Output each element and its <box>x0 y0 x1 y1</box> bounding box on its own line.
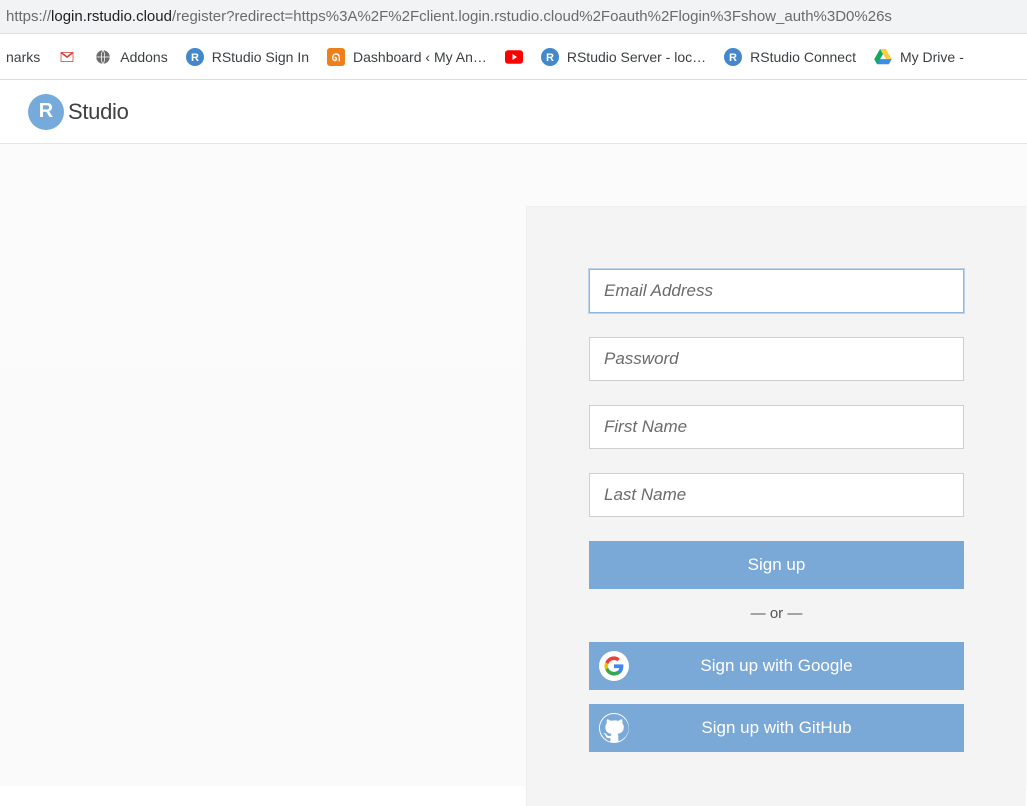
bookmark-item-rstudio-connect[interactable]: R RStudio Connect <box>724 48 856 66</box>
email-field[interactable] <box>589 269 964 313</box>
svg-text:ᘏ: ᘏ <box>332 52 341 64</box>
google-button-label: Sign up with Google <box>700 656 852 676</box>
bookmark-item-rstudio-signin[interactable]: R RStudio Sign In <box>186 48 309 66</box>
url-host: login.rstudio.cloud <box>51 8 172 25</box>
github-icon <box>599 713 629 743</box>
globe-icon <box>94 48 112 66</box>
bookmark-item-gmail[interactable] <box>58 48 76 66</box>
gdrive-icon <box>874 48 892 66</box>
bookmark-item-dashboard[interactable]: ᘏ Dashboard ‹ My An… <box>327 48 487 66</box>
bookmark-label: Dashboard ‹ My An… <box>353 49 487 65</box>
lastname-field[interactable] <box>589 473 964 517</box>
browser-address-bar[interactable]: https://login.rstudio.cloud/register?red… <box>0 0 1027 34</box>
page-header: R Studio <box>0 80 1027 144</box>
bookmarks-bar: narks Addons R RStudio Sign In ᘏ Dashboa… <box>0 34 1027 80</box>
svg-text:R: R <box>546 52 554 64</box>
signup-panel: Sign up — or — Sign up with Google Sign … <box>526 206 1026 806</box>
url-path: /register?redirect=https%3A%2F%2Fclient.… <box>172 8 892 25</box>
bookmark-label: RStudio Server - loc… <box>567 49 706 65</box>
bookmark-item-gdrive[interactable]: My Drive - <box>874 48 964 66</box>
logo-text: Studio <box>68 99 129 125</box>
github-button-label: Sign up with GitHub <box>701 718 851 738</box>
bookmark-item-rstudio-server[interactable]: R RStudio Server - loc… <box>541 48 706 66</box>
rstudio-icon: R <box>541 48 559 66</box>
gmail-icon <box>58 48 76 66</box>
or-separator: — or — <box>589 605 964 622</box>
google-icon <box>599 651 629 681</box>
youtube-icon <box>505 48 523 66</box>
bookmark-label: RStudio Connect <box>750 49 856 65</box>
bookmark-label: My Drive - <box>900 49 964 65</box>
signup-button[interactable]: Sign up <box>589 541 964 589</box>
svg-text:R: R <box>191 52 199 64</box>
content-area: Sign up — or — Sign up with Google Sign … <box>0 144 1027 786</box>
bookmark-item-addons[interactable]: Addons <box>94 48 167 66</box>
rstudio-icon: R <box>186 48 204 66</box>
password-field[interactable] <box>589 337 964 381</box>
bookmark-label: Addons <box>120 49 167 65</box>
signup-google-button[interactable]: Sign up with Google <box>589 642 964 690</box>
bookmark-label: RStudio Sign In <box>212 49 309 65</box>
bookmark-item[interactable]: narks <box>6 49 40 65</box>
firstname-field[interactable] <box>589 405 964 449</box>
xampp-icon: ᘏ <box>327 48 345 66</box>
logo-letter: R <box>39 100 53 123</box>
url-display: https://login.rstudio.cloud/register?red… <box>6 8 892 25</box>
signup-button-label: Sign up <box>748 555 806 575</box>
rstudio-logo-icon: R <box>28 94 64 130</box>
bookmark-item-youtube[interactable] <box>505 48 523 66</box>
signup-github-button[interactable]: Sign up with GitHub <box>589 704 964 752</box>
bookmark-label: narks <box>6 49 40 65</box>
rstudio-icon: R <box>724 48 742 66</box>
svg-text:R: R <box>729 52 737 64</box>
url-scheme: https:// <box>6 8 51 25</box>
